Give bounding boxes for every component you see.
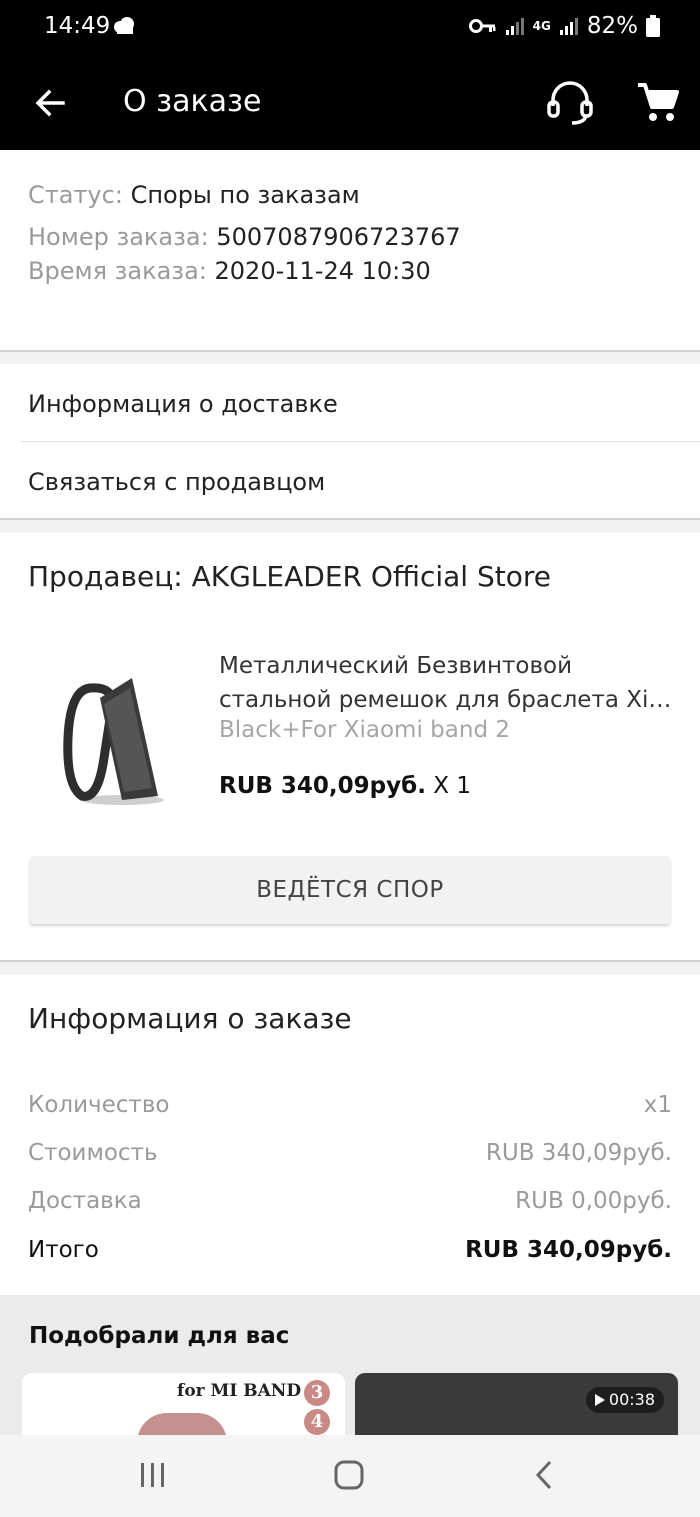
total-value: RUB 340,09руб. <box>465 1237 672 1263</box>
divider <box>20 441 700 442</box>
section-gap <box>0 962 700 975</box>
section-gap <box>0 520 700 533</box>
signal-icon <box>505 18 524 35</box>
order-number-label: Номер заказа: <box>28 223 209 251</box>
product-title[interactable]: Металлический Безвинтовой стальной ремеш… <box>219 649 679 717</box>
page-title: О заказе <box>123 84 262 119</box>
product-variant: Black+For Xiaomi band 2 <box>219 717 510 743</box>
recommendation-card[interactable]: for MI BAND 3 4 <box>22 1373 345 1435</box>
video-duration: 00:38 <box>608 1390 655 1409</box>
status-time: 14:49 <box>44 13 111 39</box>
network-type: 4G <box>532 19 551 33</box>
order-header: Статус: Споры по заказам Номер заказа: 5… <box>0 150 700 352</box>
seller-name[interactable]: Продавец: AKGLEADER Official Store <box>28 560 551 593</box>
summary-label: Доставка <box>28 1188 142 1214</box>
headset-icon[interactable] <box>546 80 594 126</box>
order-time-label: Время заказа: <box>28 257 207 285</box>
total-label: Итого <box>28 1237 99 1263</box>
order-time-value: 2020-11-24 10:30 <box>214 257 431 285</box>
summary-row-delivery: Доставка RUB 0,00руб. <box>28 1188 672 1214</box>
contact-seller-link[interactable]: Связаться с продавцом <box>28 468 325 496</box>
product-title-line2: стальной ремешок для браслета Xiaomi Mi … <box>219 687 679 713</box>
card-product-image <box>137 1413 227 1435</box>
product-image[interactable] <box>40 658 180 818</box>
recent-apps-icon[interactable] <box>139 1460 167 1490</box>
video-duration-badge: 00:38 <box>585 1387 664 1413</box>
status-value: Споры по заказам <box>130 181 360 209</box>
summary-label: Стоимость <box>28 1140 158 1166</box>
summary-value: RUB 340,09руб. <box>485 1140 672 1166</box>
order-links: Информация о доставке Связаться с продав… <box>0 364 700 520</box>
order-time-row: Время заказа: 2020-11-24 10:30 <box>28 257 431 285</box>
play-icon <box>594 1394 605 1406</box>
card-brand-text: for MI BAND <box>177 1381 302 1401</box>
dispute-button[interactable]: ВЕДЁТСЯ СПОР <box>30 856 670 924</box>
seller-section: Продавец: AKGLEADER Official Store Метал… <box>0 533 700 962</box>
delivery-info-link[interactable]: Информация о доставке <box>28 390 338 418</box>
order-status-row: Статус: Споры по заказам <box>28 181 360 209</box>
order-number-value: 5007087906723767 <box>216 223 461 251</box>
recommendation-card-video[interactable]: 00:38 <box>355 1373 678 1435</box>
order-number-row: Номер заказа: 5007087906723767 <box>28 223 461 251</box>
product-price: RUB 340,09руб. <box>219 773 426 799</box>
product-quantity: X 1 <box>433 773 471 799</box>
status-label: Статус: <box>28 181 123 209</box>
summary-value: RUB 0,00руб. <box>515 1188 672 1214</box>
back-nav-icon[interactable] <box>532 1460 558 1490</box>
home-icon[interactable] <box>333 1460 365 1490</box>
summary-row-cost: Стоимость RUB 340,09руб. <box>28 1140 672 1166</box>
card-badge-4: 4 <box>304 1409 330 1435</box>
summary-row-quantity: Количество x1 <box>28 1092 672 1118</box>
summary-label: Количество <box>28 1092 170 1118</box>
status-right: 4G 82% <box>468 13 660 39</box>
summary-row-total: Итого RUB 340,09руб. <box>28 1237 672 1263</box>
product-title-line1: Металлический Безвинтовой <box>219 653 573 679</box>
card-badge-3: 3 <box>304 1380 330 1406</box>
summary-value: x1 <box>643 1092 672 1118</box>
recommendations: Подобрали для вас for MI BAND 3 4 00:38 <box>0 1295 700 1435</box>
recommendations-title: Подобрали для вас <box>29 1323 290 1349</box>
cloud-notification-icon <box>114 17 134 34</box>
back-arrow-icon[interactable] <box>30 83 70 123</box>
cart-icon[interactable] <box>636 81 680 123</box>
key-icon <box>468 19 496 33</box>
app-bar: О заказе <box>0 56 700 150</box>
battery-icon <box>646 15 660 37</box>
product-price-row: RUB 340,09руб. X 1 <box>219 773 471 799</box>
system-nav-bar <box>0 1435 700 1517</box>
summary-title: Информация о заказе <box>28 1002 352 1035</box>
section-gap <box>0 352 700 364</box>
signal-icon-2 <box>559 18 578 35</box>
status-bar: 14:49 4G 82% <box>0 0 700 56</box>
order-summary: Информация о заказе Количество x1 Стоимо… <box>0 975 700 1295</box>
battery-level: 82% <box>586 13 638 39</box>
